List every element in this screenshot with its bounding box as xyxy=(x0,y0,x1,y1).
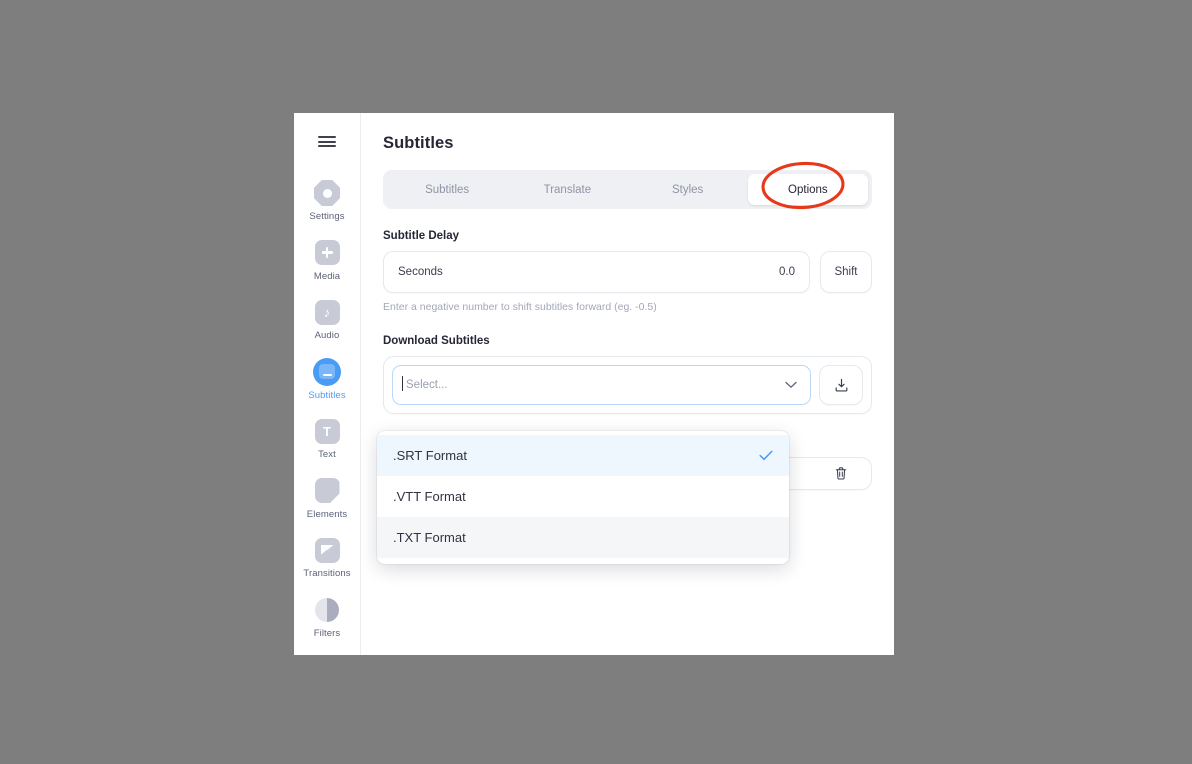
shift-button[interactable]: Shift xyxy=(820,251,872,293)
dropdown-option-srt[interactable]: .SRT Format xyxy=(377,435,789,476)
plus-square-icon xyxy=(313,239,341,267)
subtitle-delay-label: Subtitle Delay xyxy=(383,230,460,242)
main-panel: Subtitles Subtitles Translate Styles Opt… xyxy=(361,113,894,655)
hamburger-icon[interactable] xyxy=(318,136,336,147)
elements-page-icon xyxy=(313,477,341,505)
sidebar-item-label: Elements xyxy=(306,508,348,520)
download-tray-icon xyxy=(834,378,849,393)
format-select-placeholder: Select... xyxy=(402,376,448,391)
sidebar-item-label: Audio xyxy=(314,330,340,341)
delete-subtitle-button[interactable] xyxy=(819,466,863,481)
sidebar-item-subtitles[interactable]: Subtitles xyxy=(294,357,360,401)
check-icon xyxy=(759,450,773,461)
hamburger-line xyxy=(318,136,336,138)
trash-icon xyxy=(834,466,848,481)
sidebar-item-label: Media xyxy=(313,270,341,282)
settings-gear-icon xyxy=(313,179,341,207)
seconds-input[interactable]: Seconds 0.0 xyxy=(383,251,810,293)
dropdown-option-label: .SRT Format xyxy=(393,448,467,463)
download-subtitles-card: Select... xyxy=(383,356,872,414)
tab-options[interactable]: Options xyxy=(747,174,868,205)
dropdown-option-txt[interactable]: .TXT Format xyxy=(377,517,789,558)
page-title: Subtitles xyxy=(383,134,454,152)
download-button[interactable] xyxy=(819,365,863,405)
seconds-input-value: 0.0 xyxy=(779,266,795,278)
sidebar-item-audio[interactable]: ♪ Audio xyxy=(294,298,360,341)
subtitle-delay-helper-text: Enter a negative number to shift subtitl… xyxy=(383,301,657,313)
sidebar-item-settings[interactable]: Settings xyxy=(294,179,360,222)
sidebar-item-label: Settings xyxy=(309,211,345,222)
dropdown-option-vtt[interactable]: .VTT Format xyxy=(377,476,789,517)
sidebar-item-elements[interactable]: Elements xyxy=(294,477,360,520)
download-subtitles-label: Download Subtitles xyxy=(383,335,490,347)
hamburger-line xyxy=(318,145,336,147)
sidebar-item-filters[interactable]: Filters xyxy=(294,596,360,639)
seconds-input-label: Seconds xyxy=(398,266,443,278)
app-window: Settings Media ♪ Audio Subtitles T Text xyxy=(294,113,894,655)
filters-contrast-icon xyxy=(313,596,341,624)
dropdown-option-label: .TXT Format xyxy=(393,530,466,545)
music-note-icon: ♪ xyxy=(313,298,341,326)
subtitles-icon xyxy=(313,357,341,386)
tab-translate[interactable]: Translate xyxy=(507,174,627,205)
sidebar-item-label: Filters xyxy=(313,627,341,639)
tab-bar: Subtitles Translate Styles Options xyxy=(383,161,872,210)
sidebar-item-label: Text xyxy=(318,449,336,460)
sidebar-item-transitions[interactable]: Transitions xyxy=(294,536,360,579)
sidebar-item-label: Transitions xyxy=(303,568,351,579)
tab-subtitles[interactable]: Subtitles xyxy=(387,174,507,205)
transitions-icon xyxy=(313,536,341,564)
sidebar: Settings Media ♪ Audio Subtitles T Text xyxy=(294,113,361,655)
text-t-icon: T xyxy=(313,417,341,445)
sidebar-item-text[interactable]: T Text xyxy=(294,417,360,460)
dropdown-option-label: .VTT Format xyxy=(393,489,466,504)
chevron-down-icon[interactable] xyxy=(785,381,797,389)
hamburger-line xyxy=(318,140,336,143)
tab-styles[interactable]: Styles xyxy=(628,174,748,205)
format-dropdown-menu[interactable]: .SRT Format .VTT Format .TXT Format xyxy=(377,431,789,564)
format-select[interactable]: Select... xyxy=(392,365,811,405)
sidebar-item-label: Subtitles xyxy=(308,389,346,401)
subtitle-delay-row: Seconds 0.0 Shift xyxy=(383,251,872,293)
sidebar-item-media[interactable]: Media xyxy=(294,239,360,282)
